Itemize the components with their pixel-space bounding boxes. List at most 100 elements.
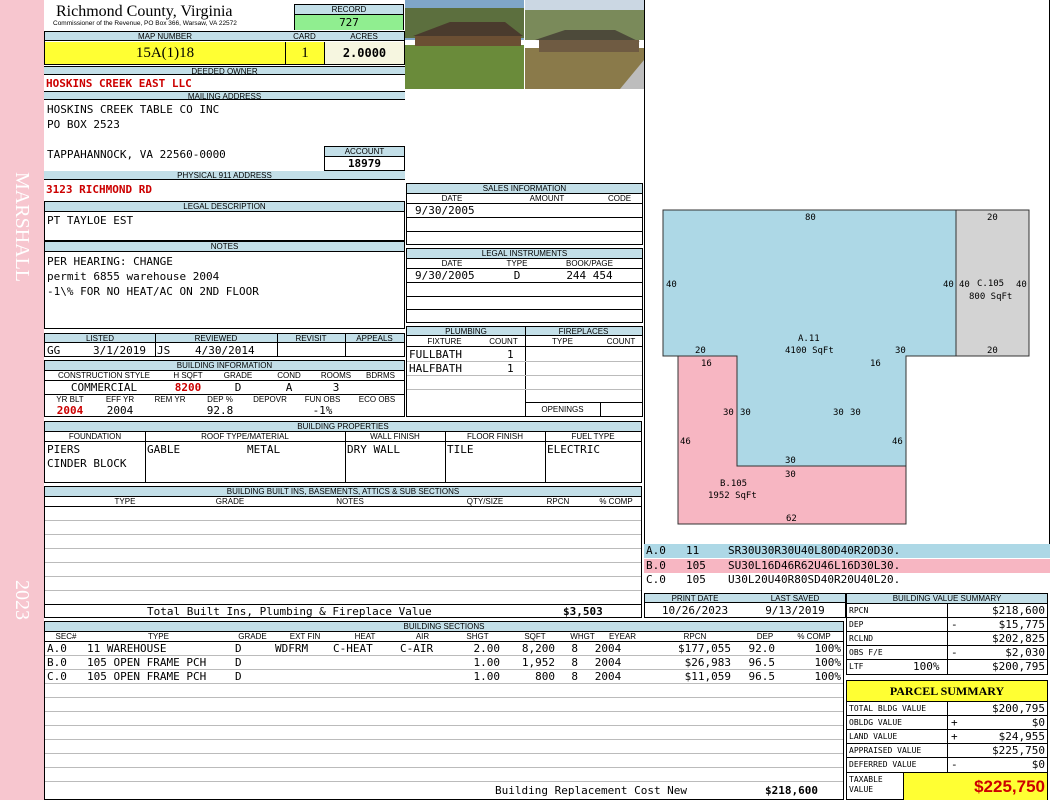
builtin-notes-label: NOTES xyxy=(336,497,364,506)
map-card-acres-box: MAP NUMBER CARD ACRES 15A(1)18 1 2.0000 xyxy=(44,31,405,65)
sales-information-box: SALES INFORMATION DATE AMOUNT CODE 9/30/… xyxy=(406,183,643,245)
fireplaces-title: FIREPLACES xyxy=(525,327,642,336)
section-header-11: DEP xyxy=(756,632,774,641)
listed-box: LISTED REVIEWED REVISIT APPEALS GG 3/1/2… xyxy=(44,333,405,357)
fixture-label: FIXTURE xyxy=(427,337,462,346)
sketch-b-name: B.105 xyxy=(720,479,747,489)
section-cell-type: 11 WAREHOUSE xyxy=(87,642,167,655)
map-number-value: 15A(1)18 xyxy=(45,42,285,64)
sketch-a-left: 40 xyxy=(666,280,677,290)
legend-c-path: U30L20U40R80SD40R20U40L20. xyxy=(728,573,901,586)
section-cell-heat: C-HEAT xyxy=(333,642,373,655)
section-cell-type: 105 OPEN FRAME PCH xyxy=(87,670,207,683)
cond-value: A xyxy=(285,381,293,394)
sketch-a-top: 80 xyxy=(805,213,816,223)
roof-label: ROOF TYPE/MATERIAL xyxy=(201,432,289,441)
reviewed-date: 4/30/2014 xyxy=(195,344,255,357)
building-sketch: 80 40 40 20 30 A.11 4100 SqFt 20 40 40 2… xyxy=(662,209,1030,525)
replacement-cost-value: $218,600 xyxy=(765,784,818,797)
photo-2-image xyxy=(525,0,644,89)
sketch-b-inner-left-1: 30 xyxy=(723,408,734,418)
plumbing-title: PLUMBING xyxy=(407,327,525,336)
sketch-legend: A.0 11 SR30U30R30U40L80D40R20D30. B.0 10… xyxy=(644,544,1050,589)
section-cell-type: 105 OPEN FRAME PCH xyxy=(87,656,207,669)
sketch-b-inner-left-2: 30 xyxy=(740,408,751,418)
funobs-label: FUN OBS xyxy=(304,395,341,404)
openings-label: OPENINGS xyxy=(541,405,584,414)
sketch-c-name: C.105 xyxy=(977,279,1004,289)
section-row xyxy=(45,740,843,754)
building-sections-box: BUILDING SECTIONS SEC# TYPE GRADE EXT FIN HE… xyxy=(44,621,844,800)
section-row xyxy=(45,754,843,768)
sketch-b-top-left: 16 xyxy=(701,359,712,369)
depovr-label: DEPOVR xyxy=(253,395,287,404)
section-header-0: SEC# xyxy=(55,632,77,641)
section-cell-eyear: 2004 xyxy=(594,642,622,655)
floor-finish: TILE xyxy=(447,443,474,456)
parcel-row-sign: + xyxy=(951,730,958,743)
sidebar: MARSHALL 2023 xyxy=(0,0,44,800)
legend-row-c: C.0 105 U30L20U40R80SD40R20U40L20. xyxy=(644,573,1050,587)
builtin-comp-label: % COMP xyxy=(599,497,633,506)
value-row-ltf-sign: 100% xyxy=(913,660,940,673)
section-cell-dep: 92.0 xyxy=(748,642,776,655)
parcel-row-value: $225,750 xyxy=(992,744,1045,757)
sales-code-label: CODE xyxy=(607,194,632,203)
section-cell-whgt: 8 xyxy=(571,670,578,683)
parcel-row: TOTAL BLDG VALUE $200,795 xyxy=(847,702,1047,716)
section-row xyxy=(45,712,843,726)
sketch-a-area: 4100 SqFt xyxy=(785,346,834,356)
rooms-value: 3 xyxy=(332,381,340,394)
sketch-c-right: 40 xyxy=(1016,280,1027,290)
acres-value: 2.0000 xyxy=(324,42,404,64)
built-ins-total-value: $3,503 xyxy=(563,605,603,618)
legend-row-a: A.0 11 SR30U30R30U40L80D40R20D30. xyxy=(644,544,1050,558)
yrblt-value: 2004 xyxy=(56,404,84,417)
sketch-b-area: 1952 SqFt xyxy=(708,491,757,501)
section-header-9: EYEAR xyxy=(608,632,637,641)
section-header-3: EXT FIN xyxy=(289,632,321,641)
cond-label: COND xyxy=(277,371,301,380)
section-header-4: HEAT xyxy=(354,632,376,641)
building-properties-title: BUILDING PROPERTIES xyxy=(45,422,641,432)
parcel-row-value: $0 xyxy=(1031,758,1045,771)
parcel-summary: PARCEL SUMMARY TOTAL BLDG VALUE $200,795 O… xyxy=(846,680,1048,800)
sketch-b-inner-bottom-1: 30 xyxy=(785,456,796,466)
plumbing-count-2: 1 xyxy=(507,362,514,375)
district-label: MARSHALL xyxy=(11,172,33,283)
roof-type: GABLE xyxy=(147,443,181,456)
sketch-b-top-right: 16 xyxy=(870,359,881,369)
card-value: 1 xyxy=(285,42,324,64)
parcel-row: LAND VALUE + $24,955 xyxy=(847,730,1047,744)
notes-label: NOTES xyxy=(45,242,404,252)
taxable-label: TAXABLE VALUE xyxy=(849,775,883,795)
plumbing-fixture-1: FULLBATH xyxy=(409,348,462,361)
building-properties-box: BUILDING PROPERTIES FOUNDATION ROOF TYPE… xyxy=(44,421,642,483)
grade-value: D xyxy=(234,381,242,394)
section-header-6: SHGT xyxy=(466,632,489,641)
legend-c-num: 105 xyxy=(686,573,706,586)
section-header-1: TYPE xyxy=(148,632,169,641)
bdrms-label: BDRMS xyxy=(366,371,395,380)
value-row-rclnd-value: $202,825 xyxy=(992,632,1045,645)
parcel-row-sign: + xyxy=(951,716,958,729)
construction-style-label: CONSTRUCTION STYLE xyxy=(57,371,150,380)
value-row-obs-label: OBS F/E xyxy=(849,648,883,657)
fuel-type: ELECTRIC xyxy=(547,443,600,456)
physical-address-value: 3123 RICHMOND RD xyxy=(46,183,152,196)
legend-c-code: C.0 xyxy=(646,573,666,586)
print-dates-box: PRINT DATE LAST SAVED 10/26/2023 9/13/20… xyxy=(644,593,846,618)
parcel-row-label: LAND VALUE xyxy=(849,732,898,741)
floor-finish-label: FLOOR FINISH xyxy=(466,432,523,441)
card-label: CARD xyxy=(285,32,324,41)
sketch-b-bottom: 62 xyxy=(786,514,797,524)
plumbing-count-label: COUNT xyxy=(489,337,518,346)
print-date-value: 10/26/2023 xyxy=(661,604,729,617)
section-cell-grade: D xyxy=(235,656,242,669)
listed-label: LISTED xyxy=(45,334,155,343)
sketch-a-bottom-left: 20 xyxy=(695,346,706,356)
section-cell-shgt: 1.00 xyxy=(473,656,501,669)
listed-date: 3/1/2019 xyxy=(93,344,146,357)
listed-by: GG xyxy=(47,344,61,357)
sales-information-title: SALES INFORMATION xyxy=(407,184,642,194)
